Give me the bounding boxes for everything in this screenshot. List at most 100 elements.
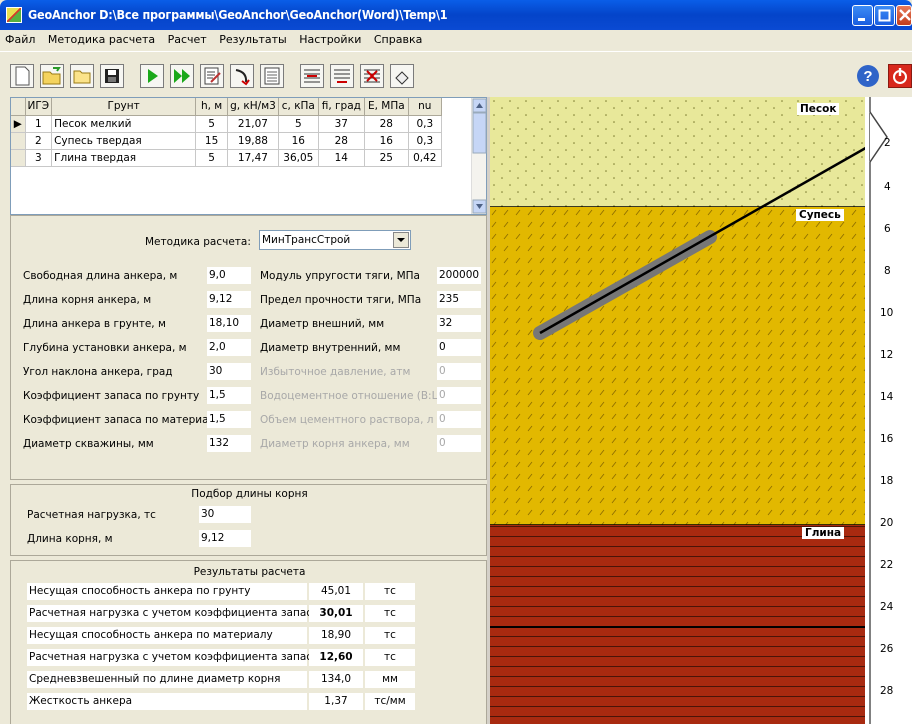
table-row[interactable]: 3 Глина твердая 5 17,47 36,05 14 25 0,42 [11, 149, 442, 167]
maximize-button[interactable] [874, 5, 895, 26]
param-label: Водоцементное отношение (В:Ц) [260, 390, 444, 402]
free-length-input[interactable]: 9,0 [207, 267, 251, 284]
table-cell[interactable]: 5 [195, 149, 229, 167]
table-cell[interactable]: 1 [25, 115, 53, 133]
layer-label: Супесь [796, 209, 844, 221]
install-depth-input[interactable]: 2,0 [207, 339, 251, 356]
modulus-input[interactable]: 200000 [437, 267, 481, 284]
new-file-icon[interactable] [10, 64, 34, 88]
col-header[interactable]: fi, град [318, 98, 365, 116]
result-unit: тс [365, 649, 415, 666]
depth-tick-label: 18 [880, 475, 894, 487]
param-label: Коэффициент запаса по грунту [23, 390, 200, 402]
wc-ratio-input: 0 [437, 387, 481, 404]
run-icon[interactable] [140, 64, 164, 88]
menu-method[interactable]: Методика расчета [43, 30, 159, 46]
insert-row-icon[interactable] [300, 64, 324, 88]
eraser-icon[interactable] [390, 64, 414, 88]
layer-clay [490, 525, 865, 724]
table-cell[interactable]: 19,88 [227, 132, 279, 150]
root-diameter-input: 0 [437, 435, 481, 452]
run-all-icon[interactable] [170, 64, 194, 88]
borehole-diameter-input[interactable]: 132 [207, 435, 251, 452]
table-cell[interactable]: 37 [318, 115, 365, 133]
table-row[interactable]: ▶ 1 Песок мелкий 5 21,07 5 37 28 0,3 [11, 115, 442, 133]
param-label: Глубина установки анкера, м [23, 342, 187, 354]
param-label: Свободная длина анкера, м [23, 270, 178, 282]
help-icon[interactable]: ? [856, 64, 880, 88]
table-cell[interactable]: 0,3 [408, 132, 442, 150]
table-scrollbar[interactable] [471, 98, 487, 214]
col-header[interactable]: g, кН/м3 [227, 98, 279, 116]
minimize-button[interactable] [852, 5, 873, 26]
design-load-input[interactable]: 30 [199, 506, 251, 523]
table-cell[interactable]: 14 [318, 149, 365, 167]
root-length-input[interactable]: 9,12 [207, 291, 251, 308]
open-folder-icon[interactable] [40, 64, 64, 88]
col-header[interactable]: nu [408, 98, 442, 116]
pressure-input: 0 [437, 363, 481, 380]
toolbar: ? [0, 51, 912, 97]
method-select[interactable]: МинТрансСтрой [259, 230, 411, 250]
menu-results[interactable]: Результаты [214, 30, 291, 46]
chevron-down-icon[interactable] [393, 232, 409, 248]
inner-diameter-input[interactable]: 0 [437, 339, 481, 356]
strength-input[interactable]: 235 [437, 291, 481, 308]
table-cell[interactable]: 28 [364, 115, 409, 133]
col-header[interactable]: h, м [195, 98, 229, 116]
col-header[interactable]: ИГЭ [25, 98, 53, 116]
result-label: Несущая способность анкера по материалу [27, 627, 307, 644]
table-cell[interactable]: 15 [195, 132, 229, 150]
table-cell[interactable]: Песок мелкий [51, 115, 197, 133]
menu-settings[interactable]: Настройки [294, 30, 365, 46]
folder-icon[interactable] [70, 64, 94, 88]
result-value: 12,60 [309, 649, 363, 666]
title-bar: GeoAnchor D:\Все программы\GeoAnchor\Geo… [0, 0, 912, 30]
param-label: Длина анкера в грунте, м [23, 318, 166, 330]
table-cell[interactable]: 25 [364, 149, 409, 167]
table-cell[interactable]: Супесь твердая [51, 132, 197, 150]
table-cell[interactable]: 16 [278, 132, 319, 150]
table-cell[interactable]: 0,3 [408, 115, 442, 133]
soil-length-input[interactable]: 18,10 [207, 315, 251, 332]
table-cell[interactable]: 17,47 [227, 149, 279, 167]
table-cell[interactable]: 16 [364, 132, 409, 150]
table-cell[interactable]: Глина твердая [51, 149, 197, 167]
material-safety-input[interactable]: 1,5 [207, 411, 251, 428]
table-cell[interactable]: 21,07 [227, 115, 279, 133]
delete-row-icon[interactable] [360, 64, 384, 88]
param-label: Расчетная нагрузка, тс [27, 509, 156, 521]
col-header[interactable]: Грунт [51, 98, 197, 116]
close-button[interactable] [896, 5, 912, 26]
soil-safety-input[interactable]: 1,5 [207, 387, 251, 404]
menu-calc[interactable]: Расчет [163, 30, 211, 46]
table-cell[interactable]: 28 [318, 132, 365, 150]
curve-icon[interactable] [230, 64, 254, 88]
edit-report-icon[interactable] [200, 64, 224, 88]
table-cell[interactable]: 5 [195, 115, 229, 133]
menu-file[interactable]: Файл [0, 30, 39, 46]
param-label: Длина корня анкера, м [23, 294, 152, 306]
menu-help[interactable]: Справка [369, 30, 426, 46]
table-cell[interactable]: 0,42 [408, 149, 442, 167]
save-icon[interactable] [100, 64, 124, 88]
param-label: Длина корня, м [27, 533, 113, 545]
exit-icon[interactable] [888, 64, 912, 88]
table-cell[interactable]: 5 [278, 115, 319, 133]
table-cell[interactable]: 2 [25, 132, 53, 150]
result-value: 134,0 [309, 671, 363, 688]
result-value: 30,01 [309, 605, 363, 622]
outer-diameter-input[interactable]: 32 [437, 315, 481, 332]
depth-tick-label: 14 [880, 391, 894, 403]
method-select-value: МинТрансСтрой [262, 234, 351, 246]
col-header[interactable]: E, МПа [364, 98, 409, 116]
table-cell[interactable]: 36,05 [278, 149, 319, 167]
app-icon [6, 7, 22, 23]
add-row-icon[interactable] [330, 64, 354, 88]
table-cell[interactable]: 3 [25, 149, 53, 167]
document-icon[interactable] [260, 64, 284, 88]
col-header[interactable]: c, кПа [278, 98, 319, 116]
result-unit: тс [365, 627, 415, 644]
angle-input[interactable]: 30 [207, 363, 251, 380]
table-row[interactable]: 2 Супесь твердая 15 19,88 16 28 16 0,3 [11, 132, 442, 150]
